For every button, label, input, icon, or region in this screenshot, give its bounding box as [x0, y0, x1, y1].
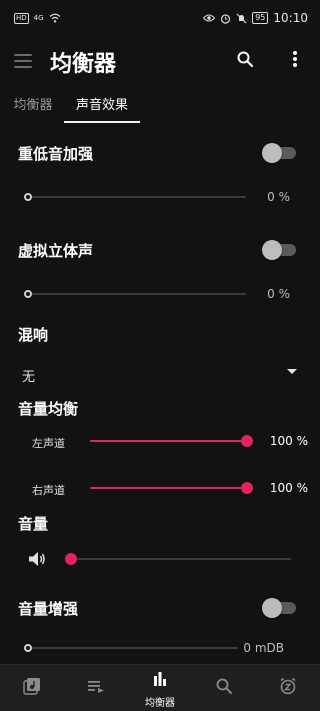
nav-equalizer[interactable]: 均衡器: [128, 665, 192, 711]
page-title: 均衡器: [50, 52, 117, 77]
balance-label: 音量均衡: [18, 400, 79, 418]
right-channel-value: 100 %: [269, 481, 308, 495]
nav-search[interactable]: [192, 665, 256, 711]
signal-label: 4G: [33, 14, 44, 22]
app-bar: 均衡器: [0, 36, 320, 86]
reverb-dropdown[interactable]: 无: [22, 366, 35, 385]
clock: 10:10: [273, 11, 308, 25]
virtualizer-label: 虚拟立体声: [18, 242, 94, 260]
speaker-icon[interactable]: [28, 551, 46, 567]
nav-music-library[interactable]: [0, 665, 64, 711]
right-channel-slider[interactable]: [90, 482, 253, 494]
status-bar: HD 4G 95 10:10: [0, 0, 320, 36]
bass-boost-switch[interactable]: [262, 143, 298, 163]
nav-equalizer-label: 均衡器: [145, 698, 175, 709]
virtualizer-slider[interactable]: [24, 288, 246, 300]
tab-sound-effects[interactable]: 声音效果: [64, 94, 140, 113]
sleep-timer-icon: [280, 677, 296, 695]
equalizer-icon: [154, 672, 166, 686]
loudness-slider[interactable]: [24, 642, 238, 654]
menu-icon[interactable]: [14, 54, 32, 68]
loudness-label: 音量增强: [18, 600, 79, 618]
bass-boost-value: 0 %: [267, 190, 290, 204]
loudness-switch[interactable]: [262, 598, 298, 618]
search-icon: [216, 678, 232, 694]
nav-playlist[interactable]: [64, 665, 128, 711]
tab-bar: 均衡器 声音效果: [0, 88, 320, 124]
mute-icon: [236, 13, 247, 23]
reverb-label: 混响: [18, 326, 49, 344]
alarm-icon: [221, 13, 231, 24]
chevron-down-icon[interactable]: [287, 369, 297, 374]
eye-icon: [203, 14, 216, 22]
tab-equalizer[interactable]: 均衡器: [10, 94, 56, 113]
left-channel-slider[interactable]: [90, 435, 253, 447]
left-channel-label: 左声道: [32, 437, 65, 450]
bottom-navigation: 均衡器: [0, 664, 320, 711]
more-options-icon[interactable]: [288, 49, 302, 69]
tab-indicator: [64, 121, 140, 123]
left-channel-value: 100 %: [269, 434, 308, 448]
right-channel-label: 右声道: [32, 484, 65, 497]
virtualizer-switch[interactable]: [262, 240, 298, 260]
loudness-value: 0 mDB: [243, 641, 284, 655]
playlist-icon: [88, 681, 104, 693]
music-library-icon: [23, 678, 40, 695]
wifi-icon: [49, 13, 60, 23]
hd-badge: HD: [14, 12, 29, 24]
battery-indicator: 95: [252, 12, 269, 24]
search-icon[interactable]: [236, 50, 254, 68]
bass-boost-label: 重低音加强: [18, 145, 94, 163]
nav-sleep-timer[interactable]: [256, 665, 320, 711]
volume-label: 音量: [18, 515, 49, 533]
virtualizer-value: 0 %: [267, 287, 290, 301]
bass-boost-slider[interactable]: [24, 191, 246, 203]
volume-slider[interactable]: [65, 553, 291, 565]
